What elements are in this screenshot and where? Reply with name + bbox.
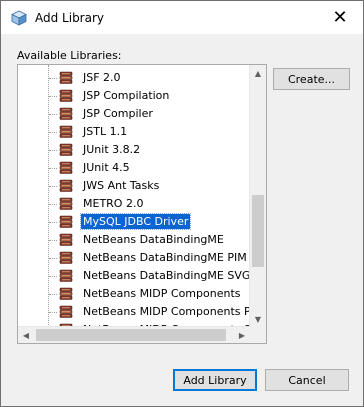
- library-books-icon: [59, 269, 73, 282]
- scrollbar-corner: [250, 327, 266, 343]
- library-item-label: NetBeans MIDP Components: [83, 287, 241, 300]
- library-item-label: MySQL JDBC Driver: [79, 213, 192, 230]
- library-item[interactable]: JWS Ant Tasks: [48, 177, 258, 195]
- library-item-label: JSP Compilation: [83, 89, 170, 102]
- window-title: Add Library: [35, 11, 105, 25]
- horizontal-scrollbar[interactable]: ◀ ▶: [18, 326, 250, 343]
- library-books-icon: [59, 161, 73, 174]
- scroll-right-icon[interactable]: ▶: [234, 327, 250, 343]
- library-item-label: JSTL 1.1: [83, 125, 128, 138]
- library-books-icon: [59, 305, 73, 318]
- library-books-icon: [59, 143, 73, 156]
- available-libraries-label: Available Libraries:: [17, 49, 122, 62]
- library-books-icon: [59, 215, 73, 228]
- library-item[interactable]: NetBeans DataBindingME SVG: [48, 267, 258, 285]
- library-item-label: METRO 2.0: [83, 197, 144, 210]
- tree-connector: [49, 78, 57, 79]
- tree-connector: [49, 258, 57, 259]
- library-list[interactable]: JSF 2.0 JSP Compilation JSP Compiler JSTL 1…: [17, 64, 267, 344]
- library-item[interactable]: METRO 2.0: [48, 195, 258, 213]
- title-bar: Add Library ✕: [1, 1, 363, 34]
- library-item[interactable]: JSP Compiler: [48, 105, 258, 123]
- library-item[interactable]: JUnit 3.8.2: [48, 141, 258, 159]
- library-books-icon: [59, 251, 73, 264]
- tree-connector: [49, 312, 57, 313]
- library-item-label: JUnit 4.5: [83, 161, 130, 174]
- library-item[interactable]: JUnit 4.5: [48, 159, 258, 177]
- library-item-label: JSP Compiler: [83, 107, 153, 120]
- tree-connector: [49, 204, 57, 205]
- tree-connector: [49, 150, 57, 151]
- library-books-icon: [59, 179, 73, 192]
- tree-connector: [49, 240, 57, 241]
- library-books-icon: [59, 71, 73, 84]
- cancel-button[interactable]: Cancel: [265, 369, 349, 391]
- horizontal-scroll-thumb[interactable]: [36, 329, 226, 341]
- library-books-icon: [59, 89, 73, 102]
- library-item[interactable]: JSP Compilation: [48, 87, 258, 105]
- library-item-label: JSF 2.0: [83, 71, 121, 84]
- tree-connector: [49, 114, 57, 115]
- library-item[interactable]: NetBeans MIDP Components PDA: [48, 303, 266, 321]
- tree-connector: [49, 132, 57, 133]
- library-item[interactable]: MySQL JDBC Driver: [48, 213, 258, 231]
- library-books-icon: [59, 125, 73, 138]
- scroll-up-icon[interactable]: ▲: [250, 65, 266, 81]
- tree-connector: [49, 222, 57, 223]
- scroll-left-icon[interactable]: ◀: [18, 327, 34, 343]
- library-item-label: NetBeans DataBindingME: [83, 233, 224, 246]
- scroll-down-icon[interactable]: ▼: [250, 311, 266, 327]
- tree-connector: [49, 96, 57, 97]
- library-item[interactable]: NetBeans MIDP Components: [48, 285, 258, 303]
- library-item-label: JWS Ant Tasks: [83, 179, 160, 192]
- vertical-scroll-thumb[interactable]: [252, 195, 264, 267]
- create-button[interactable]: Create...: [273, 68, 350, 90]
- tree-connector: [49, 276, 57, 277]
- tree-connector: [49, 168, 57, 169]
- library-item[interactable]: NetBeans DataBindingME PIM: [48, 249, 258, 267]
- tree-connector: [49, 186, 57, 187]
- library-item-label: NetBeans MIDP Components PDA: [83, 305, 267, 318]
- add-library-dialog: Add Library ✕ Available Libraries: JSF 2…: [0, 0, 364, 407]
- netbeans-cube-icon: [11, 10, 27, 26]
- add-library-button[interactable]: Add Library: [173, 369, 257, 391]
- library-item[interactable]: JSF 2.0: [48, 69, 258, 87]
- close-icon: ✕: [332, 6, 348, 28]
- library-item[interactable]: NetBeans DataBindingME: [48, 231, 258, 249]
- library-books-icon: [59, 197, 73, 210]
- library-item[interactable]: JSTL 1.1: [48, 123, 258, 141]
- vertical-scrollbar[interactable]: ▲ ▼: [249, 65, 266, 327]
- library-item-label: JUnit 3.8.2: [83, 143, 141, 156]
- library-item-label: NetBeans DataBindingME SVG: [83, 269, 251, 282]
- close-button[interactable]: ✕: [317, 1, 363, 34]
- library-books-icon: [59, 287, 73, 300]
- library-books-icon: [59, 233, 73, 246]
- library-books-icon: [59, 107, 73, 120]
- tree-connector: [49, 294, 57, 295]
- library-item-label: NetBeans DataBindingME PIM: [83, 251, 247, 264]
